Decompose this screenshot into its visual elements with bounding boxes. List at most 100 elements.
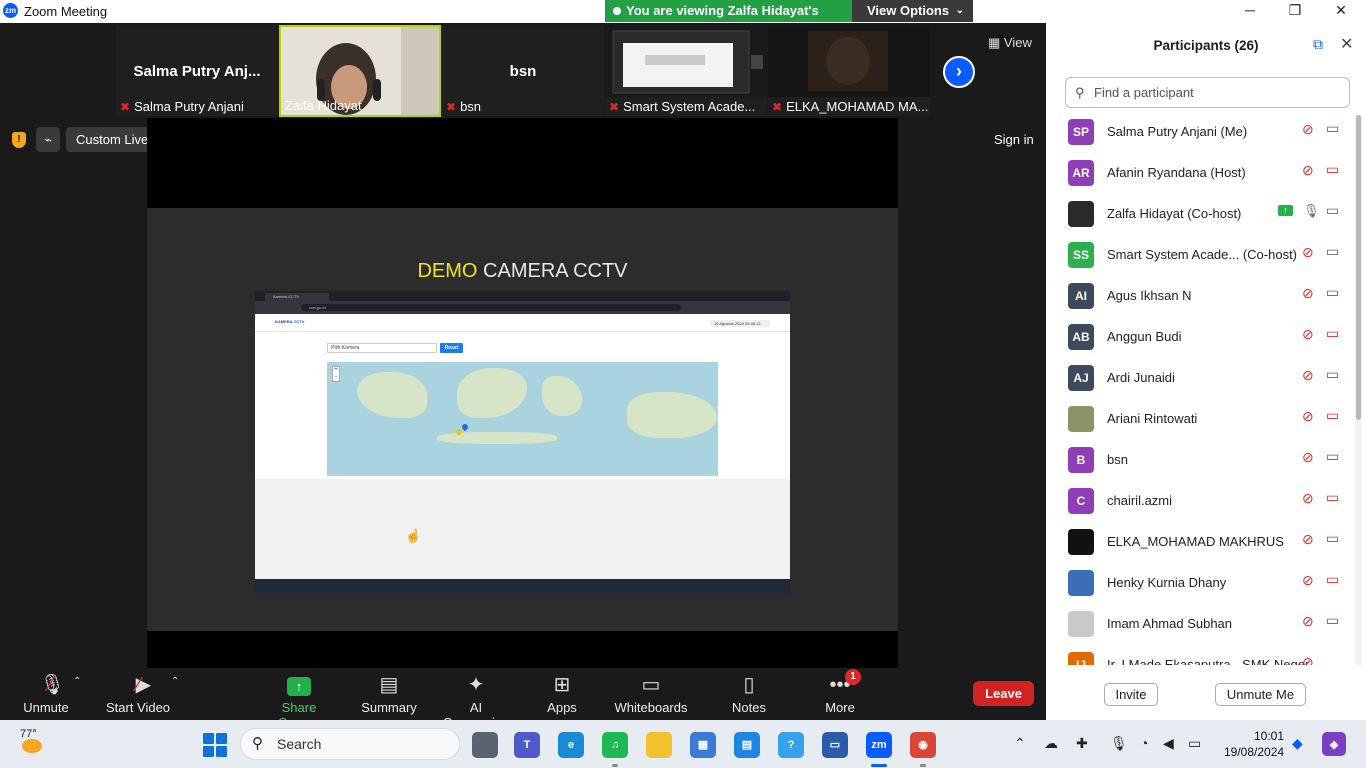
task-view-app-icon[interactable] — [472, 732, 498, 758]
copilot-icon[interactable]: ◈ — [1322, 732, 1346, 756]
video-tile-active-speaker[interactable]: Zalfa Hidayat — [279, 25, 441, 117]
store-app-icon[interactable]: ▤ — [734, 732, 760, 758]
notification-bell-icon[interactable]: ◆ — [1292, 735, 1303, 752]
mic-muted-icon[interactable]: ⊘ — [1302, 531, 1314, 548]
apps-tray-icon[interactable]: ✚ — [1076, 735, 1088, 752]
avatar: B — [1068, 447, 1094, 473]
file-explorer-app-icon[interactable] — [646, 732, 672, 758]
sign-in-link[interactable]: Sign in — [994, 132, 1034, 147]
mic-muted-icon[interactable]: ⊘ — [1302, 244, 1314, 261]
unmute-me-button[interactable]: Unmute Me — [1215, 683, 1306, 706]
camera-off-icon[interactable]: ▭ — [1324, 448, 1341, 464]
participant-row[interactable]: Cchairil.azmi ⊘ ▭ — [1046, 484, 1354, 525]
camera-off-icon[interactable]: ▭ — [1324, 489, 1341, 505]
whiteboards-button[interactable]: ▭ Whiteboards — [614, 668, 688, 715]
help-app-icon[interactable]: ? — [778, 732, 804, 758]
participant-row[interactable]: IJ Ir. I Made Ekasaputra - SMK Neger... ⊘ — [1046, 648, 1354, 665]
camera-off-icon[interactable]: ▭ — [1324, 325, 1341, 341]
calculator-app-icon[interactable]: ▦ — [690, 732, 716, 758]
start-button[interactable] — [203, 733, 227, 757]
mic-muted-icon[interactable]: ⊘ — [1302, 613, 1314, 630]
zoom-app-icon[interactable]: zm — [866, 732, 892, 758]
camera-off-icon[interactable]: ▭ — [1324, 407, 1341, 423]
participant-row[interactable]: ELKA_MOHAMAD MAKHRUS ⊘ ▭ — [1046, 525, 1354, 566]
mic-muted-icon[interactable]: ⊘ — [1302, 121, 1314, 138]
microphone-icon[interactable]: 🎙 — [1110, 735, 1128, 752]
camera-off-icon[interactable]: ▭ — [1324, 571, 1341, 587]
summary-button[interactable]: ▤ Summary — [360, 668, 418, 715]
mic-muted-icon[interactable]: ⊘ — [1302, 285, 1314, 302]
live-stream-icon[interactable]: ⌁ — [36, 127, 60, 152]
shared-screen[interactable]: DEMO CAMERA CCTV Kamera CCTV cctv.go.id … — [147, 118, 898, 668]
participant-row[interactable]: SS Smart System Acade... (Co-host) ⊘ ▭ — [1046, 238, 1354, 279]
video-options-caret[interactable]: ⌃ — [171, 676, 179, 687]
view-button[interactable]: ▦ View — [988, 35, 1032, 51]
mic-muted-icon[interactable]: ⊘ — [1302, 572, 1314, 589]
more-button[interactable]: ••• More 1 — [820, 668, 861, 715]
camera-off-icon[interactable]: ▭ — [1324, 612, 1341, 628]
mic-muted-icon[interactable]: ⊘ — [1302, 490, 1314, 507]
spotify-app-icon[interactable]: ♫ — [602, 732, 628, 758]
close-window-button[interactable]: ✕ — [1318, 0, 1364, 23]
participant-row[interactable]: Henky Kurnia Dhany ⊘ ▭ — [1046, 566, 1354, 607]
weather-icon[interactable] — [22, 739, 42, 753]
invite-button[interactable]: Invite — [1104, 683, 1158, 706]
scrollbar-thumb[interactable] — [1356, 115, 1361, 420]
unmute-button[interactable]: 🎙⁄ Unmute — [18, 668, 74, 715]
participant-row[interactable]: Imam Ahmad Subhan ⊘ ▭ — [1046, 607, 1354, 648]
audio-options-caret[interactable]: ⌃ — [73, 676, 81, 687]
notes-button[interactable]: ▯ Notes — [728, 668, 770, 715]
view-options-button[interactable]: View Options ⌄ — [852, 0, 973, 22]
participant-row[interactable]: Ariani Rintowati ⊘ ▭ — [1046, 402, 1354, 443]
leave-button[interactable]: Leave — [973, 681, 1034, 706]
minimize-button[interactable]: ─ — [1227, 0, 1273, 23]
close-panel-button[interactable]: ✕ — [1340, 34, 1353, 54]
edge-app-icon[interactable]: e — [558, 732, 584, 758]
gallery-next-button[interactable]: › — [943, 56, 975, 88]
tray-overflow-icon[interactable]: ⌃ — [1014, 735, 1026, 752]
cloud-off-icon[interactable]: ☁ — [1044, 735, 1058, 752]
mic-muted-icon[interactable]: ⊘ — [1302, 162, 1314, 179]
reader-app-icon[interactable]: ▭ — [822, 732, 848, 758]
mic-muted-icon[interactable]: ⊘ — [1302, 449, 1314, 466]
camera-off-icon[interactable]: ▭ — [1324, 161, 1341, 177]
video-tile[interactable]: bsn ✖ bsn — [442, 25, 604, 116]
start-video-button[interactable]: ▶⁄ Start Video — [105, 668, 171, 715]
video-tile[interactable]: ✖ ELKA_MOHAMAD MA... — [768, 25, 930, 116]
maximize-button[interactable]: ❐ — [1272, 0, 1318, 23]
participant-row[interactable]: Zalfa Hidayat (Co-host) ↑ 🎙 ▭ — [1046, 197, 1354, 238]
weather-temp[interactable]: 77° — [20, 728, 37, 740]
mic-muted-icon[interactable]: ⊘ — [1302, 408, 1314, 425]
teams-app-icon[interactable]: T — [514, 732, 540, 758]
popout-icon[interactable]: ⧉ — [1313, 36, 1323, 53]
security-shield-icon[interactable]: ! — [12, 132, 26, 148]
clock[interactable]: 10:01 19/08/2024 — [1224, 728, 1284, 760]
speaker-icon[interactable]: ◀ — [1163, 735, 1174, 752]
participant-row[interactable]: SP Salma Putry Anjani (Me) ⊘ ▭ — [1046, 115, 1354, 156]
participant-search-input[interactable]: ⚲ Find a participant — [1065, 77, 1350, 108]
taskbar-search[interactable]: ⚲ Search — [240, 728, 460, 760]
participant-row[interactable]: AR Afanin Ryandana (Host) ⊘ ▭ — [1046, 156, 1354, 197]
participant-row[interactable]: AI Agus Ikhsan N ⊘ ▭ — [1046, 279, 1354, 320]
mic-muted-icon[interactable]: ⊘ — [1302, 326, 1314, 343]
mic-muted-icon[interactable]: ⊘ — [1302, 367, 1314, 384]
title-bar: zm Zoom Meeting You are viewing Zalfa Hi… — [0, 0, 1366, 40]
camera-off-icon[interactable]: ▭ — [1324, 366, 1341, 382]
mic-muted-icon[interactable]: ⊘ — [1302, 654, 1314, 665]
camera-off-icon[interactable]: ▭ — [1324, 120, 1341, 136]
wifi-icon[interactable]: ◔ — [1140, 735, 1148, 751]
camera-icon[interactable]: ▭ — [1324, 202, 1341, 218]
participant-row[interactable]: AB Anggun Budi ⊘ ▭ — [1046, 320, 1354, 361]
participant-row[interactable]: AJ Ardi Junaidi ⊘ ▭ — [1046, 361, 1354, 402]
chrome-app-icon[interactable]: ◉ — [910, 732, 936, 758]
battery-icon[interactable]: ▭ — [1188, 735, 1201, 752]
camera-off-icon[interactable]: ▭ — [1324, 530, 1341, 546]
camera-icon[interactable]: ▭ — [1324, 243, 1341, 259]
mic-on-icon[interactable]: 🎙 — [1303, 203, 1320, 219]
participant-row[interactable]: Bbsn ⊘ ▭ — [1046, 443, 1354, 484]
participant-list-scrollbar[interactable] — [1355, 115, 1362, 665]
apps-button[interactable]: ⊞ Apps — [540, 668, 584, 715]
video-tile[interactable]: Salma Putry Anj... ✖ Salma Putry Anjani — [116, 25, 278, 116]
camera-off-icon[interactable]: ▭ — [1324, 284, 1341, 300]
video-tile[interactable]: ✖ Smart System Acade... — [605, 25, 767, 116]
